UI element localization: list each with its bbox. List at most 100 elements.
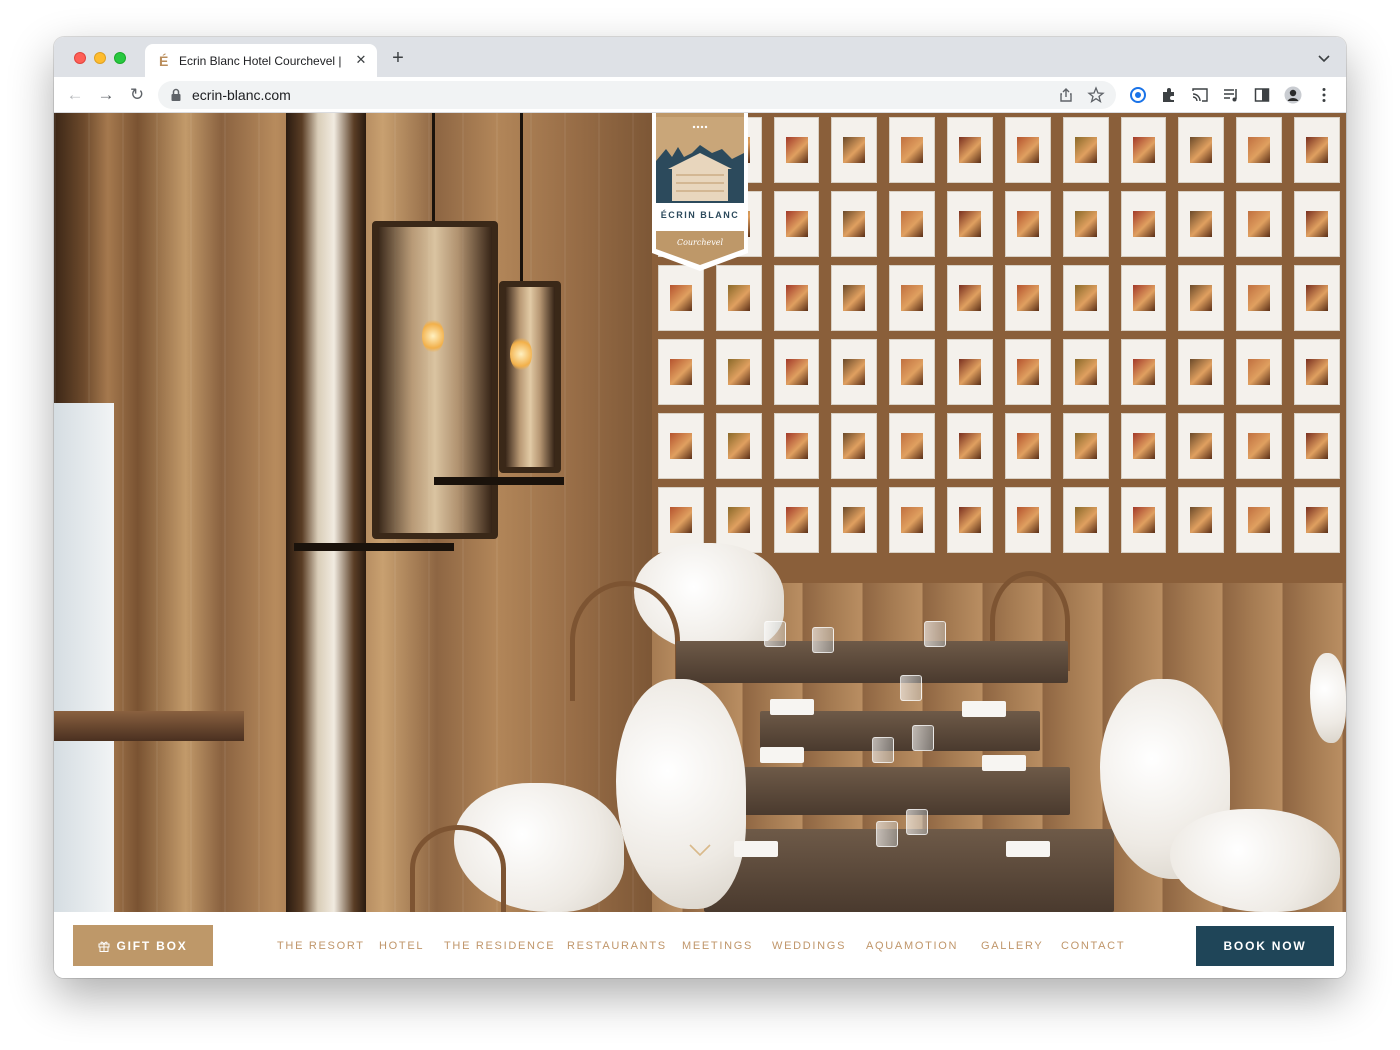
art-frame bbox=[947, 487, 993, 553]
share-icon[interactable] bbox=[1057, 86, 1075, 104]
zoom-window-button[interactable] bbox=[114, 52, 126, 64]
art-frame bbox=[831, 117, 878, 183]
chevron-down-icon[interactable] bbox=[688, 843, 712, 857]
art-frame bbox=[1236, 487, 1283, 553]
hotel-logo[interactable]: ÉCRIN BLANC Courchevel bbox=[652, 113, 748, 271]
napkin bbox=[734, 841, 778, 857]
napkin bbox=[962, 701, 1006, 717]
nav-link-gallery[interactable]: GALLERY bbox=[981, 939, 1043, 953]
back-button[interactable]: ← bbox=[64, 84, 86, 106]
nav-link-the-resort[interactable]: THE RESORT bbox=[277, 939, 365, 953]
art-print bbox=[1248, 284, 1271, 312]
art-frame bbox=[1294, 117, 1340, 183]
glass bbox=[906, 809, 928, 835]
tab-search-chevron-icon[interactable] bbox=[1316, 50, 1332, 66]
art-frame bbox=[889, 117, 936, 183]
art-print bbox=[959, 136, 982, 164]
art-frame bbox=[1120, 191, 1167, 257]
art-frame bbox=[1178, 265, 1225, 331]
art-print bbox=[1306, 506, 1329, 534]
art-print bbox=[1074, 210, 1097, 238]
art-print bbox=[1306, 136, 1329, 164]
art-frame bbox=[1178, 413, 1225, 479]
art-print bbox=[843, 210, 866, 238]
dining-table bbox=[676, 641, 1068, 683]
kebab-menu-icon[interactable] bbox=[1315, 86, 1333, 104]
art-frame bbox=[658, 339, 704, 405]
art-frame bbox=[1120, 413, 1167, 479]
nav-link-weddings[interactable]: WEDDINGS bbox=[772, 939, 846, 953]
art-frame bbox=[831, 191, 878, 257]
nav-link-contact[interactable]: CONTACT bbox=[1061, 939, 1125, 953]
art-frame bbox=[889, 191, 936, 257]
art-frame bbox=[773, 117, 820, 183]
nav-link-aquamotion[interactable]: AQUAMOTION bbox=[866, 939, 958, 953]
glass bbox=[924, 621, 946, 647]
puzzle-icon[interactable] bbox=[1160, 86, 1178, 104]
browser-window: É Ecrin Blanc Hotel Courchevel | ✕ + ← →… bbox=[54, 37, 1346, 978]
art-print bbox=[785, 136, 808, 164]
art-frame bbox=[1294, 339, 1340, 405]
art-print bbox=[669, 284, 692, 312]
sidepanel-icon[interactable] bbox=[1253, 86, 1271, 104]
minimize-window-button[interactable] bbox=[94, 52, 106, 64]
hero-image: ÉCRIN BLANC Courchevel bbox=[54, 113, 1346, 912]
nav-link-hotel[interactable]: HOTEL bbox=[379, 939, 424, 953]
new-tab-button[interactable]: + bbox=[388, 48, 408, 68]
book-now-label: BOOK NOW bbox=[1223, 939, 1307, 953]
art-print bbox=[843, 284, 866, 312]
art-print bbox=[1248, 210, 1271, 238]
media-icon[interactable] bbox=[1222, 86, 1240, 104]
art-frame bbox=[889, 339, 936, 405]
art-print bbox=[1190, 506, 1213, 534]
close-window-button[interactable] bbox=[74, 52, 86, 64]
art-frame bbox=[1236, 339, 1283, 405]
art-print bbox=[1016, 210, 1039, 238]
lantern-bracket bbox=[434, 477, 564, 485]
logo-brand-text: ÉCRIN BLANC bbox=[660, 210, 740, 220]
napkin bbox=[982, 755, 1026, 771]
art-frame bbox=[1178, 117, 1225, 183]
art-frame bbox=[947, 117, 993, 183]
art-frame bbox=[715, 265, 762, 331]
gift-box-button[interactable]: GIFT BOX bbox=[73, 925, 213, 966]
art-print bbox=[1248, 506, 1271, 534]
glass bbox=[812, 627, 834, 653]
art-print bbox=[1132, 432, 1155, 460]
profile-avatar[interactable] bbox=[1284, 86, 1302, 104]
tab-title: Ecrin Blanc Hotel Courchevel | bbox=[179, 54, 342, 68]
cast-icon[interactable] bbox=[1191, 86, 1209, 104]
tab-close-icon[interactable]: ✕ bbox=[353, 52, 369, 68]
nav-link-the-residence[interactable]: THE RESIDENCE bbox=[444, 939, 555, 953]
art-frame bbox=[1062, 191, 1109, 257]
art-print bbox=[1190, 358, 1213, 386]
art-print bbox=[843, 506, 866, 534]
art-frame bbox=[1120, 117, 1167, 183]
art-print bbox=[901, 506, 924, 534]
art-frame bbox=[773, 487, 820, 553]
art-frame bbox=[1294, 265, 1340, 331]
art-frame bbox=[947, 339, 993, 405]
lantern-cable bbox=[432, 113, 435, 223]
reload-button[interactable]: ↻ bbox=[126, 84, 148, 106]
dining-table bbox=[740, 767, 1070, 815]
address-bar[interactable]: ecrin-blanc.com bbox=[158, 81, 1116, 109]
art-frame bbox=[889, 265, 936, 331]
art-print bbox=[1132, 506, 1155, 534]
lock-icon[interactable] bbox=[170, 88, 182, 102]
nav-link-meetings[interactable]: MEETINGS bbox=[682, 939, 753, 953]
extension-icon[interactable] bbox=[1129, 86, 1147, 104]
art-print bbox=[1016, 136, 1039, 164]
art-print bbox=[1016, 506, 1039, 534]
star-icon[interactable] bbox=[1087, 86, 1105, 104]
glass bbox=[900, 675, 922, 701]
art-frame bbox=[831, 339, 878, 405]
art-print bbox=[1190, 284, 1213, 312]
browser-tab[interactable]: É Ecrin Blanc Hotel Courchevel | ✕ bbox=[145, 44, 377, 77]
art-print bbox=[785, 432, 808, 460]
art-print bbox=[1074, 136, 1097, 164]
forward-button[interactable]: → bbox=[95, 84, 117, 106]
nav-link-restaurants[interactable]: RESTAURANTS bbox=[567, 939, 667, 953]
book-now-button[interactable]: BOOK NOW bbox=[1196, 926, 1334, 966]
art-print bbox=[727, 284, 750, 312]
